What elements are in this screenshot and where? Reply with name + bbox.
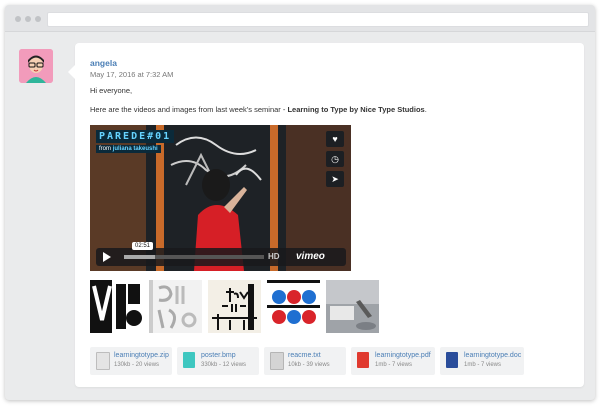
avatar-illustration-icon bbox=[19, 49, 53, 83]
post-card: angela May 17, 2016 at 7:32 AM Hi everyo… bbox=[68, 43, 584, 387]
attachment-meta: 1mb - 7 views bbox=[375, 362, 413, 368]
byline-from: from bbox=[99, 146, 111, 152]
message-text: Here are the videos and images from last… bbox=[90, 105, 288, 114]
progress-track[interactable] bbox=[124, 255, 264, 259]
vimeo-logo[interactable]: vimeo bbox=[296, 251, 325, 262]
gallery-thumbnail[interactable] bbox=[90, 280, 143, 333]
address-bar[interactable] bbox=[47, 12, 589, 27]
seminar-title: Learning to Type by Nice Type Studios bbox=[287, 105, 425, 114]
gallery-thumbnail[interactable] bbox=[149, 280, 202, 333]
typography-image-icon bbox=[267, 280, 320, 333]
zip-file-icon bbox=[96, 352, 110, 370]
attachment-meta: 130kb - 20 views bbox=[114, 362, 160, 368]
typography-image-icon bbox=[149, 280, 202, 333]
attachment-name[interactable]: learningtotype.zip bbox=[114, 352, 169, 359]
window-dot-icon bbox=[35, 16, 41, 22]
post-message: Here are the videos and images from last… bbox=[90, 105, 427, 114]
attachment-name[interactable]: reacme.txt bbox=[288, 352, 321, 359]
byline-author[interactable]: juliana takeushi bbox=[113, 146, 158, 152]
doc-file-icon bbox=[446, 352, 458, 368]
message-end: . bbox=[424, 105, 427, 114]
typography-image-icon bbox=[90, 280, 143, 333]
attachment-item[interactable]: poster.bmp 330kb - 12 views bbox=[177, 347, 259, 375]
watch-later-button[interactable]: ◷ bbox=[326, 151, 344, 167]
card-caret bbox=[68, 65, 75, 79]
hd-toggle[interactable]: HD bbox=[268, 252, 280, 261]
pdf-file-icon bbox=[357, 352, 369, 368]
post-date: May 17, 2016 at 7:32 AM bbox=[90, 70, 174, 79]
video-controls: 02:51 HD vimeo bbox=[96, 242, 346, 266]
workspace-photo-icon bbox=[326, 280, 379, 333]
attachment-item[interactable]: learningtotype.zip 130kb - 20 views bbox=[90, 347, 172, 375]
avatar[interactable] bbox=[19, 49, 53, 83]
attachment-item[interactable]: learningtotype.pdf 1mb - 7 views bbox=[351, 347, 435, 375]
window-dot-icon bbox=[15, 16, 21, 22]
author-name[interactable]: angela bbox=[90, 58, 117, 68]
text-file-icon bbox=[270, 352, 284, 370]
gallery-thumbnail[interactable] bbox=[326, 280, 379, 333]
clock-icon: ◷ bbox=[331, 154, 339, 164]
attachment-meta: 10kb - 39 views bbox=[288, 362, 330, 368]
video-byline[interactable]: from juliana takeushi bbox=[96, 145, 161, 153]
attachment-meta: 1mb - 7 views bbox=[464, 362, 502, 368]
attachment-name[interactable]: learningtotype.pdf bbox=[375, 352, 431, 359]
attachment-item[interactable]: reacme.txt 10kb - 39 views bbox=[264, 347, 346, 375]
play-icon[interactable] bbox=[103, 252, 111, 262]
window-dot-icon bbox=[25, 16, 31, 22]
attachment-item[interactable]: learningtotype.doc 1mb - 7 views bbox=[440, 347, 524, 375]
gallery-thumbnail[interactable] bbox=[208, 280, 261, 333]
heart-icon: ♥ bbox=[332, 134, 338, 144]
gallery-thumbnail[interactable] bbox=[267, 280, 320, 333]
attachment-meta: 330kb - 12 views bbox=[201, 362, 247, 368]
send-icon: ➤ bbox=[331, 174, 339, 184]
title-bar bbox=[5, 5, 595, 32]
typography-image-icon bbox=[208, 280, 261, 333]
share-button[interactable]: ➤ bbox=[326, 171, 344, 187]
attachment-name[interactable]: poster.bmp bbox=[201, 352, 236, 359]
attachment-name[interactable]: learningtotype.doc bbox=[464, 352, 521, 359]
image-file-icon bbox=[183, 352, 195, 368]
video-player[interactable]: PAREDE#01 from juliana takeushi ♥ ◷ ➤ 02… bbox=[90, 125, 351, 271]
browser-window: angela May 17, 2016 at 7:32 AM Hi everyo… bbox=[5, 5, 595, 400]
progress-fill bbox=[124, 255, 155, 259]
current-time: 02:51 bbox=[132, 242, 154, 250]
post-greeting: Hi everyone, bbox=[90, 86, 133, 95]
video-title[interactable]: PAREDE#01 bbox=[96, 130, 175, 143]
like-button[interactable]: ♥ bbox=[326, 131, 344, 147]
